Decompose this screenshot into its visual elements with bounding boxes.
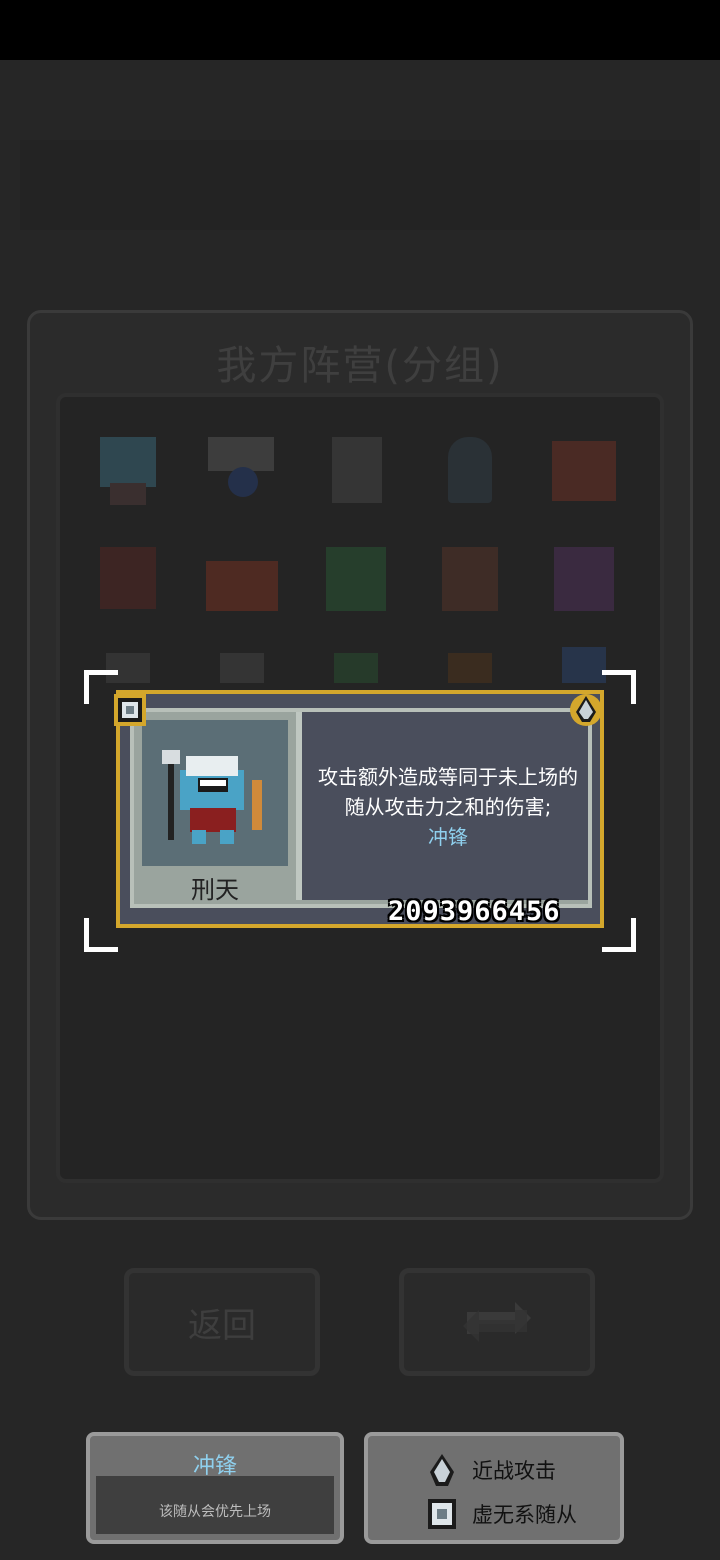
unit-slot[interactable] [308, 417, 404, 513]
void-type-icon [114, 694, 146, 726]
skill-info-box: 冲锋 该随从会优先上场 [86, 1432, 344, 1544]
swap-button[interactable] [399, 1268, 595, 1376]
frame-corner [602, 670, 636, 704]
skill-desc-panel: 该随从会优先上场 [96, 1476, 334, 1534]
melee-attack-icon [570, 694, 602, 726]
unit-slot[interactable] [422, 525, 518, 621]
legend-void: 虚无系随从 [426, 1494, 577, 1534]
legend-melee: 近战攻击 [426, 1450, 556, 1490]
legend-box: 近战攻击 虚无系随从 [364, 1432, 624, 1544]
card-inner: 刑天 攻击额外造成等同于未上场的随从攻击力之和的伤害; 冲锋 [130, 708, 592, 908]
unit-slot[interactable] [194, 417, 290, 513]
hero-name: 刑天 [191, 876, 239, 904]
frame-corner [84, 918, 118, 952]
description-box: 攻击额外造成等同于未上场的随从攻击力之和的伤害; 冲锋 [296, 712, 588, 900]
description-body: 攻击额外造成等同于未上场的随从攻击力之和的伤害; [318, 765, 578, 819]
unit-slot[interactable] [308, 525, 404, 621]
status-bar [0, 0, 720, 60]
unit-slot[interactable] [194, 525, 290, 621]
unit-slot[interactable] [536, 525, 632, 621]
description-text: 攻击额外造成等同于未上场的随从攻击力之和的伤害; 冲锋 [312, 762, 584, 852]
frame-corner [602, 918, 636, 952]
unit-slot[interactable] [80, 417, 176, 513]
hero-card[interactable]: 刑天 攻击额外造成等同于未上场的随从攻击力之和的伤害; 冲锋 [116, 690, 604, 928]
panel-title: 我方阵营(分组) [216, 343, 504, 389]
void-type-icon [428, 1499, 456, 1529]
unit-slot[interactable] [536, 417, 632, 513]
back-button[interactable]: 返回 [124, 1268, 320, 1376]
skill-desc: 该随从会优先上场 [159, 1504, 271, 1520]
hero-portrait [142, 720, 288, 866]
back-button-label: 返回 [188, 1305, 256, 1346]
card-id-number: 2093966456 [388, 896, 561, 927]
unit-slot[interactable] [422, 417, 518, 513]
swap-icon [463, 1302, 531, 1342]
header-stripe [20, 140, 700, 230]
legend-melee-label: 近战攻击 [472, 1459, 556, 1483]
legend-void-label: 虚无系随从 [472, 1503, 577, 1527]
hero-sprite [162, 750, 262, 844]
melee-attack-icon [430, 1454, 454, 1486]
unit-slot[interactable] [80, 525, 176, 621]
skill-tag: 冲锋 [428, 825, 468, 849]
